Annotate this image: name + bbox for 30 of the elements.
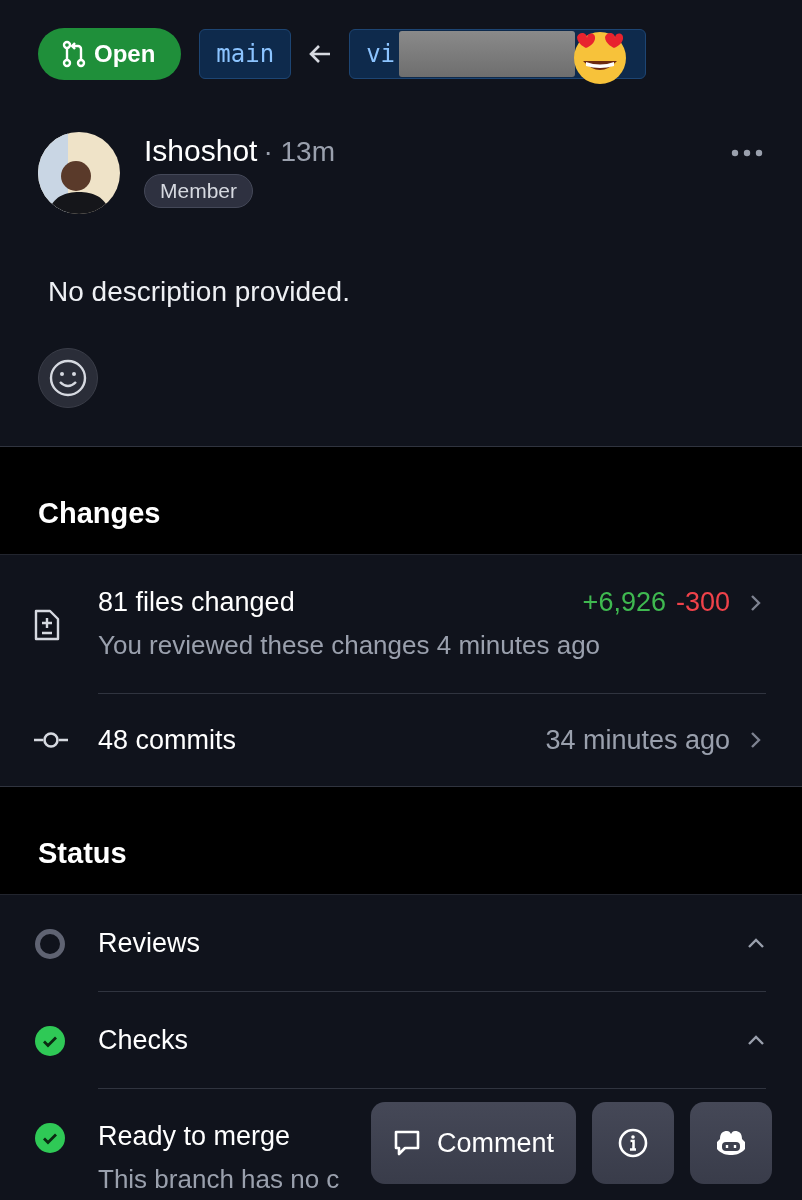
- additions-count: +6,926: [582, 587, 666, 618]
- robot-face-icon: [715, 1129, 747, 1157]
- status-badge: Open: [38, 28, 182, 80]
- row-meta: 34 minutes ago: [545, 724, 730, 756]
- smiley-icon: [48, 358, 88, 398]
- comment-button[interactable]: Comment: [370, 1102, 576, 1184]
- row-title[interactable]: 48 commits: [98, 724, 237, 756]
- row-title[interactable]: Checks: [98, 1024, 189, 1056]
- file-diff-icon: [34, 608, 60, 641]
- author-name[interactable]: Ishoshot: [144, 134, 258, 168]
- more-icon[interactable]: [730, 148, 764, 158]
- branch-label: main: [199, 29, 292, 79]
- row-subtitle: You reviewed these changes 4 minutes ago: [98, 630, 602, 661]
- info-icon: [618, 1128, 648, 1158]
- role-badge: Member: [144, 174, 254, 208]
- assistant-button[interactable]: [690, 1102, 772, 1184]
- pull-request-icon: [62, 40, 86, 68]
- timestamp: · 13m: [263, 136, 335, 168]
- speech-bubble-icon: [392, 1129, 421, 1157]
- row-title[interactable]: Reviews: [98, 927, 201, 959]
- row-subtitle: This branch has no c: [98, 1164, 341, 1195]
- row-title[interactable]: 81 files changed: [98, 587, 295, 618]
- info-button[interactable]: [592, 1102, 674, 1184]
- deletions-count: -300: [675, 587, 730, 618]
- arrow-left-icon: [309, 44, 332, 64]
- description-text: No description provided.: [48, 276, 351, 308]
- section-title: Changes: [38, 497, 161, 530]
- row-title[interactable]: Ready to merge: [98, 1121, 291, 1152]
- section-title: Status: [38, 837, 127, 870]
- commit-icon: [34, 732, 68, 748]
